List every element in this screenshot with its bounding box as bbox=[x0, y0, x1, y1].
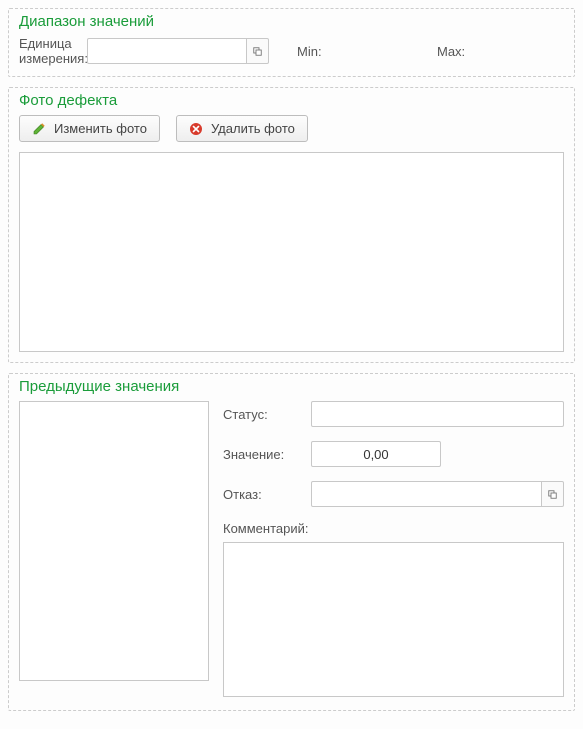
previous-details: Статус: Значение: Отказ: Комментарий: bbox=[223, 401, 564, 700]
comment-block: Комментарий: bbox=[223, 521, 564, 700]
change-photo-button[interactable]: Изменить фото bbox=[19, 115, 160, 142]
delete-photo-label: Удалить фото bbox=[211, 121, 295, 136]
previous-legend: Предыдущие значения bbox=[19, 378, 564, 395]
status-row: Статус: bbox=[223, 401, 564, 427]
comment-label: Комментарий: bbox=[223, 521, 564, 536]
photo-preview-area bbox=[19, 152, 564, 352]
range-row: Единица измерения: Min: Max: bbox=[19, 36, 564, 66]
refusal-row: Отказ: bbox=[223, 481, 564, 507]
pencil-icon bbox=[32, 122, 46, 136]
unit-label: Единица измерения: bbox=[19, 36, 87, 66]
min-label: Min: bbox=[297, 44, 357, 59]
unit-input[interactable] bbox=[87, 38, 247, 64]
max-label: Max: bbox=[437, 44, 465, 59]
unit-picker-button[interactable] bbox=[247, 38, 269, 64]
previous-values-list[interactable] bbox=[19, 401, 209, 681]
photo-button-row: Изменить фото Удалить фото bbox=[19, 115, 564, 142]
range-fieldset: Диапазон значений Единица измерения: Min… bbox=[8, 8, 575, 77]
status-label: Статус: bbox=[223, 407, 303, 422]
comment-textarea[interactable] bbox=[223, 542, 564, 697]
photo-legend: Фото дефекта bbox=[19, 92, 564, 109]
range-legend: Диапазон значений bbox=[19, 13, 564, 30]
previous-fieldset: Предыдущие значения Статус: Значение: От… bbox=[8, 373, 575, 711]
refusal-input[interactable] bbox=[311, 481, 542, 507]
delete-icon bbox=[189, 122, 203, 136]
open-dialog-icon bbox=[253, 46, 262, 57]
delete-photo-button[interactable]: Удалить фото bbox=[176, 115, 308, 142]
open-dialog-icon bbox=[548, 489, 557, 500]
unit-input-wrap bbox=[87, 38, 269, 64]
previous-grid: Статус: Значение: Отказ: Комментарий: bbox=[19, 401, 564, 700]
refusal-input-wrap bbox=[311, 481, 564, 507]
refusal-picker-button[interactable] bbox=[542, 481, 564, 507]
value-row: Значение: bbox=[223, 441, 564, 467]
status-input[interactable] bbox=[311, 401, 564, 427]
value-label: Значение: bbox=[223, 447, 303, 462]
change-photo-label: Изменить фото bbox=[54, 121, 147, 136]
photo-fieldset: Фото дефекта Изменить фото Удалить фото bbox=[8, 87, 575, 363]
value-input[interactable] bbox=[311, 441, 441, 467]
refusal-label: Отказ: bbox=[223, 487, 303, 502]
